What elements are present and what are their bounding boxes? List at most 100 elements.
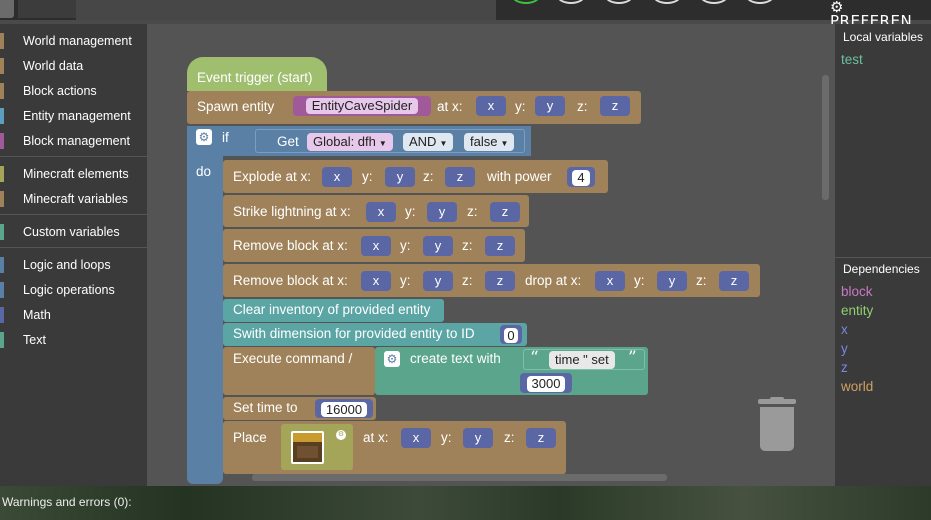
execute-command-block[interactable]: Execute command /: [223, 347, 375, 395]
block-side-face: [297, 446, 318, 458]
chevron-down-icon: ▼: [439, 139, 448, 148]
category-label: World data: [23, 59, 84, 73]
remove-block-block[interactable]: Remove block at x: x y: y z: z: [223, 229, 525, 262]
category-label: Math: [23, 308, 51, 322]
entity-type-dropdown[interactable]: EntityCaveSpider: [293, 96, 431, 116]
run-icon[interactable]: [512, 0, 540, 4]
z-variable-pill[interactable]: z: [526, 428, 556, 448]
toolbar-icon-1[interactable]: [557, 0, 585, 4]
strike-lightning-block[interactable]: Strike lightning at x: x y: y z: z: [223, 195, 529, 227]
palette-divider: [0, 156, 147, 157]
x-variable-pill[interactable]: x: [361, 236, 391, 256]
category-color-swatch: [0, 83, 4, 99]
category-entity-management[interactable]: Entity management: [0, 105, 147, 127]
set-time-block[interactable]: Set time to 16000: [223, 397, 376, 420]
vertical-scrollbar[interactable]: [822, 75, 829, 200]
x-variable-pill[interactable]: x: [361, 271, 391, 291]
dependency-item: entity: [841, 303, 874, 318]
y-variable-pill[interactable]: y: [423, 271, 453, 291]
x-variable-pill[interactable]: x: [401, 428, 431, 448]
category-logic-operations[interactable]: Logic operations: [0, 279, 147, 301]
global-variable-dropdown[interactable]: Global: dfh ▼: [307, 133, 393, 151]
place-block[interactable]: Place ⚙ at x: x y: y z: z: [223, 421, 566, 474]
event-trigger-block[interactable]: Event trigger (start): [187, 57, 327, 91]
y-variable-pill[interactable]: y: [535, 96, 565, 116]
drop-z-label: z:: [696, 273, 707, 288]
toolbar-icon-3[interactable]: [653, 0, 681, 4]
drop-z-variable-pill[interactable]: z: [719, 271, 749, 291]
gear-icon[interactable]: ⚙: [196, 129, 212, 145]
category-logic-and-loops[interactable]: Logic and loops: [0, 254, 147, 276]
category-math[interactable]: Math: [0, 304, 147, 326]
menu-button[interactable]: [0, 0, 14, 18]
category-world-data[interactable]: World data: [0, 55, 147, 77]
y-variable-pill[interactable]: y: [463, 428, 493, 448]
close-quote-icon: ”: [628, 348, 637, 368]
drop-x-variable-pill[interactable]: x: [595, 271, 625, 291]
z-variable-pill[interactable]: z: [490, 202, 520, 222]
editor-tab-inactive[interactable]: [18, 0, 76, 18]
category-minecraft-variables[interactable]: Minecraft variables: [0, 188, 147, 210]
spawn-entity-label: Spawn entity: [197, 99, 275, 114]
category-color-swatch: [0, 257, 4, 273]
time-value[interactable]: 16000: [320, 402, 368, 417]
y-label: y:: [405, 204, 416, 219]
category-block-actions[interactable]: Block actions: [0, 80, 147, 102]
remove-block-drop-block[interactable]: Remove block at x: x y: y z: z drop at x…: [223, 264, 760, 297]
category-color-swatch: [0, 108, 4, 124]
gear-icon[interactable]: ⚙: [336, 430, 346, 440]
category-color-swatch: [0, 224, 4, 240]
time-number-block[interactable]: 16000: [315, 399, 373, 418]
chevron-down-icon: ▼: [378, 139, 387, 148]
text-literal-block[interactable]: “ time " set ”: [523, 348, 645, 370]
palette-divider: [0, 247, 147, 248]
trash-icon[interactable]: [755, 397, 799, 453]
global-variable-value: Global: dfh: [313, 134, 376, 149]
category-text[interactable]: Text: [0, 329, 147, 351]
block-item-frame: [291, 431, 324, 464]
create-text-block[interactable]: ⚙ create text with “ time " set ” 3000: [375, 347, 648, 395]
dimension-number-block[interactable]: 0: [500, 325, 522, 344]
dimension-value[interactable]: 0: [504, 328, 518, 343]
x-variable-pill[interactable]: x: [366, 202, 396, 222]
if-block-body[interactable]: [187, 126, 223, 484]
clear-inventory-block[interactable]: Clear inventory of provided entity: [223, 299, 444, 322]
and-operator-dropdown[interactable]: AND ▼: [403, 133, 454, 151]
panel-divider: [835, 257, 931, 258]
editor-tab-active[interactable]: [76, 0, 496, 20]
gear-icon[interactable]: ⚙: [384, 351, 400, 367]
category-block-management[interactable]: Block management: [0, 130, 147, 152]
number-value[interactable]: 3000: [526, 376, 566, 392]
category-world-management[interactable]: World management: [0, 30, 147, 52]
toolbar-icon-4[interactable]: [700, 0, 728, 4]
toolbar-icon-5[interactable]: [746, 0, 774, 4]
horizontal-scrollbar[interactable]: [252, 474, 667, 481]
category-custom-variables[interactable]: Custom variables: [0, 221, 147, 243]
z-variable-pill[interactable]: z: [485, 236, 515, 256]
drop-y-variable-pill[interactable]: y: [657, 271, 687, 291]
at-x-label: at x:: [363, 430, 389, 445]
set-time-label: Set time to: [233, 400, 298, 415]
switch-dimension-block[interactable]: Swith dimension for provided entity to I…: [223, 323, 527, 346]
toolbar-icon-2[interactable]: [605, 0, 633, 4]
z-variable-pill[interactable]: z: [600, 96, 630, 116]
boolean-dropdown[interactable]: false ▼: [464, 133, 515, 151]
z-variable-pill[interactable]: z: [445, 167, 475, 187]
number-block[interactable]: 3000: [520, 373, 572, 393]
power-value[interactable]: 4: [572, 170, 590, 186]
explode-block[interactable]: Explode at x: x y: y z: z with power 4: [223, 160, 608, 193]
power-number-block[interactable]: 4: [567, 167, 595, 187]
block-item-selector[interactable]: ⚙: [281, 424, 353, 470]
spawn-entity-block[interactable]: Spawn entity EntityCaveSpider at x: x y:…: [187, 91, 641, 124]
x-variable-pill[interactable]: x: [322, 167, 352, 187]
warnings-label[interactable]: Warnings and errors (0):: [0, 488, 260, 516]
text-value[interactable]: time " set: [549, 351, 615, 369]
y-variable-pill[interactable]: y: [423, 236, 453, 256]
z-label: z:: [423, 169, 434, 184]
category-minecraft-elements[interactable]: Minecraft elements: [0, 163, 147, 185]
y-variable-pill[interactable]: y: [385, 167, 415, 187]
x-variable-pill[interactable]: x: [476, 96, 506, 116]
y-variable-pill[interactable]: y: [427, 202, 457, 222]
z-variable-pill[interactable]: z: [485, 271, 515, 291]
local-variable-item[interactable]: test: [841, 52, 863, 67]
